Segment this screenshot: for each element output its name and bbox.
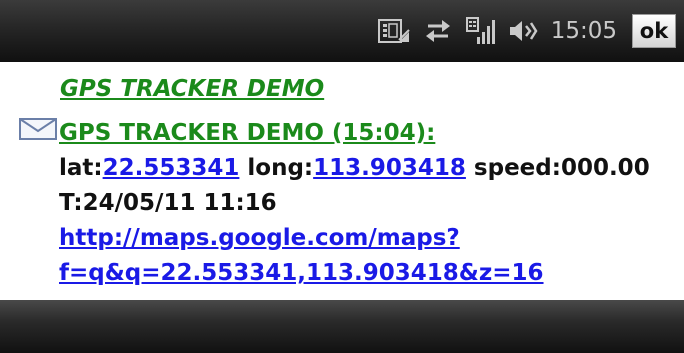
clock-time[interactable]: 15:05 (551, 18, 617, 44)
lat-label: lat: (59, 155, 103, 181)
network-icon[interactable] (377, 18, 411, 44)
signal-strength-icon[interactable] (465, 16, 495, 46)
status-icons: 15:05 ok (377, 14, 676, 48)
timestamp: T:24/05/11 11:16 (59, 190, 277, 216)
envelope-icon (19, 118, 57, 144)
speed-value: 000.00 (560, 155, 650, 181)
sender-name: GPS TRACKER DEMO (60, 76, 325, 102)
map-link-line-2[interactable]: f=q&q=22.553341,113.903418&z=16 (59, 260, 544, 286)
status-bar: 15:05 ok (0, 0, 684, 62)
coordinates-line: lat:22.553341 long:113.903418 speed:000.… (59, 151, 650, 186)
data-transfer-icon[interactable] (424, 18, 452, 44)
long-label: long: (247, 155, 314, 181)
message-body: GPS TRACKER DEMO (15:04): lat:22.553341 … (59, 116, 650, 291)
softkey-bar[interactable] (0, 300, 684, 353)
speaker-icon[interactable] (508, 18, 538, 44)
message-title-line: GPS TRACKER DEMO (15:04): (59, 116, 650, 151)
ok-button[interactable]: ok (632, 14, 676, 48)
map-link[interactable]: http://maps.google.com/maps? f=q&q=22.55… (59, 221, 650, 291)
lat-value-link[interactable]: 22.553341 (103, 155, 240, 181)
long-value-link[interactable]: 113.903418 (313, 155, 466, 181)
speed-label: speed: (473, 155, 561, 181)
map-link-line-1[interactable]: http://maps.google.com/maps? (59, 225, 460, 251)
message-title[interactable]: GPS TRACKER DEMO (15:04): (59, 120, 435, 146)
message-view: GPS TRACKER DEMO GPS TRACKER DEMO (15:04… (0, 62, 684, 300)
